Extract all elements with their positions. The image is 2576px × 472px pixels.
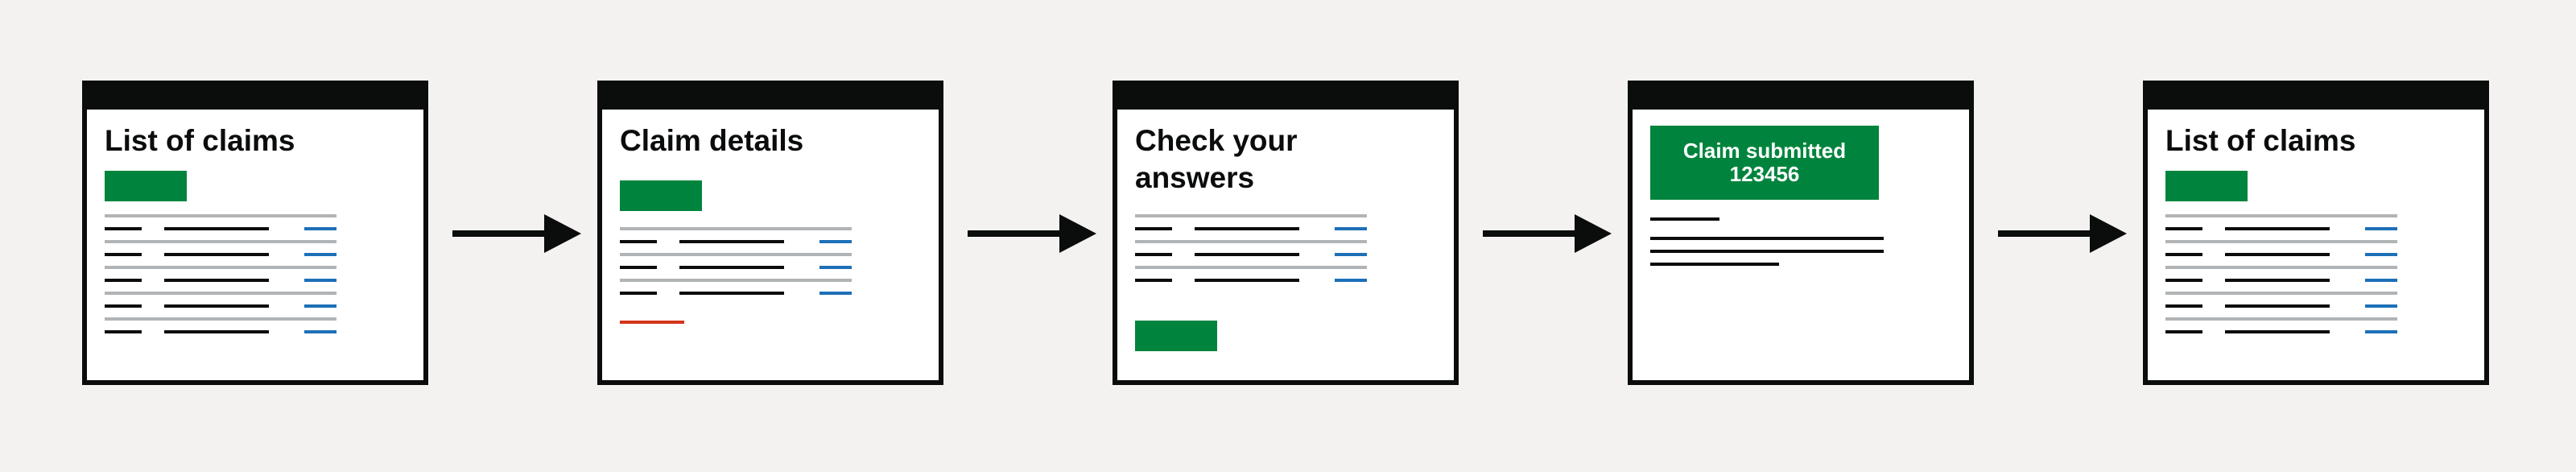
row-link bbox=[1335, 253, 1367, 256]
flow-arrow bbox=[1998, 214, 2127, 253]
page-title: List of claims bbox=[2165, 124, 2356, 157]
text-line bbox=[1650, 263, 1779, 266]
summary-row bbox=[620, 282, 852, 304]
screen-claim-submitted: Claim submitted 123456 bbox=[1628, 81, 1974, 385]
table-row bbox=[105, 243, 336, 266]
table-row bbox=[105, 269, 336, 292]
page-title: Claim details bbox=[620, 124, 804, 157]
row-link bbox=[2365, 253, 2397, 256]
table-row bbox=[2165, 295, 2397, 317]
primary-button bbox=[2165, 171, 2248, 201]
confirmation-body bbox=[1650, 217, 1884, 266]
table-row bbox=[2165, 321, 2397, 343]
claim-reference: 123456 bbox=[1729, 162, 1800, 186]
row-link bbox=[2365, 330, 2397, 333]
table-row bbox=[105, 321, 336, 343]
row-link bbox=[304, 330, 336, 333]
primary-button bbox=[105, 171, 187, 201]
flow-arrow bbox=[1483, 214, 1612, 253]
table-row bbox=[2165, 217, 2397, 240]
table-row bbox=[105, 295, 336, 317]
row-link bbox=[1335, 279, 1367, 282]
row-link bbox=[2365, 279, 2397, 282]
flow-arrow bbox=[452, 214, 581, 253]
summary-row bbox=[1135, 217, 1367, 240]
confirmation-panel: Claim submitted 123456 bbox=[1650, 126, 1879, 200]
table-row bbox=[2165, 269, 2397, 292]
summary-row bbox=[620, 230, 852, 253]
submit-button bbox=[1135, 321, 1217, 351]
row-link bbox=[2365, 304, 2397, 308]
text-line bbox=[1650, 237, 1884, 240]
row-link bbox=[819, 240, 852, 243]
summary-row bbox=[620, 256, 852, 279]
row-link bbox=[2365, 227, 2397, 230]
table-row bbox=[105, 217, 336, 240]
screen-list-of-claims: List of claims bbox=[82, 81, 428, 385]
row-link bbox=[1335, 227, 1367, 230]
row-link bbox=[304, 279, 336, 282]
row-link bbox=[819, 292, 852, 295]
summary-row bbox=[1135, 243, 1367, 266]
table-row bbox=[2165, 243, 2397, 266]
text-line bbox=[1650, 217, 1719, 221]
page-title: Check your answers bbox=[1135, 124, 1298, 194]
screen-list-of-claims-updated: List of claims bbox=[2143, 81, 2489, 385]
screen-claim-details: Claim details bbox=[597, 81, 943, 385]
page-title: List of claims bbox=[105, 124, 295, 157]
flow-arrow bbox=[968, 214, 1096, 253]
row-link bbox=[819, 266, 852, 269]
text-line bbox=[1650, 250, 1884, 253]
error-link bbox=[620, 321, 684, 324]
summary-list bbox=[620, 227, 852, 304]
screen-check-your-answers: Check your answers bbox=[1113, 81, 1459, 385]
answers-list bbox=[1135, 214, 1367, 292]
claims-table bbox=[2165, 214, 2397, 343]
summary-row bbox=[1135, 269, 1367, 292]
claims-table bbox=[105, 214, 336, 343]
confirmation-title: Claim submitted bbox=[1682, 139, 1847, 163]
row-link bbox=[304, 227, 336, 230]
row-link bbox=[304, 253, 336, 256]
row-link bbox=[304, 304, 336, 308]
primary-button bbox=[620, 180, 702, 211]
